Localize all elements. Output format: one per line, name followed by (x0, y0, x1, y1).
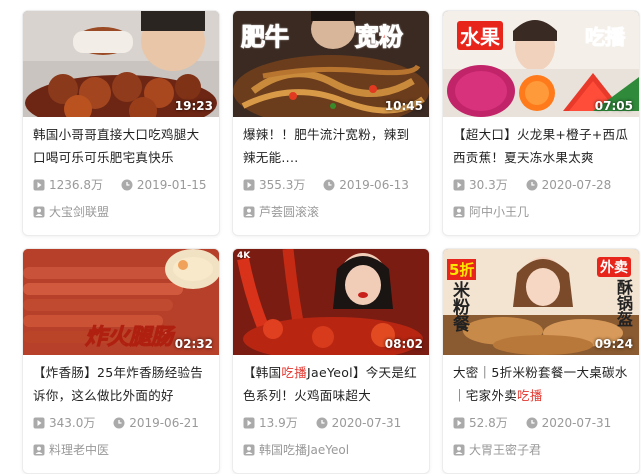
title-highlight: 吃播 (281, 365, 308, 380)
video-title[interactable]: 【超大口】火龙果+橙子+西瓜西贡蕉！夏天冻水果太爽 (453, 123, 631, 169)
play-square-icon (33, 417, 45, 429)
author-link[interactable]: 大宝剑联盟 (33, 203, 109, 220)
thumbnail-caption: 4K (237, 251, 251, 261)
video-card[interactable]: 5折 米粉餐 外卖 酥锅盔 09:24 大密｜5折米粉套餐一大桌碳水｜宅家外卖吃… (442, 248, 640, 474)
video-title[interactable]: 爆辣！！肥牛流汁宽粉，辣到辣无能.... (243, 123, 421, 169)
view-count: 343.0万 (49, 416, 96, 430)
play-square-icon (243, 417, 255, 429)
user-icon (453, 206, 465, 218)
video-title[interactable]: 【韩国吃播JaeYeol】今天是红色系列！火鸡面味超大 (243, 361, 421, 407)
author-name: 大胃王密子君 (469, 443, 542, 457)
video-thumbnail[interactable]: 水果 吃播 07:05 (443, 11, 639, 117)
video-meta: 52.8万 2020-07-31 (453, 414, 633, 431)
view-count: 30.3万 (469, 178, 508, 192)
publish-date: 2020-07-28 (541, 178, 612, 192)
video-thumbnail[interactable]: 19:23 (23, 11, 219, 117)
video-card[interactable]: 水果 吃播 07:05 【超大口】火龙果+橙子+西瓜西贡蕉！夏天冻水果太爽 30… (442, 10, 640, 236)
author-link[interactable]: 芦荟圆滚滚 (243, 203, 319, 220)
video-thumbnail[interactable]: 5折 米粉餐 外卖 酥锅盔 09:24 (443, 249, 639, 355)
duration-badge: 07:05 (594, 99, 633, 113)
author-name: 料理老中医 (49, 443, 110, 457)
play-square-icon (453, 179, 465, 191)
clock-icon (526, 179, 538, 191)
user-icon (243, 206, 255, 218)
video-meta: 30.3万 2020-07-28 (453, 176, 633, 193)
thumbnail-caption: 水果 (457, 21, 503, 50)
video-title[interactable]: 【炸香肠】25年炸香肠经验告诉你，这么做比外面的好 (33, 361, 211, 407)
duration-badge: 09:24 (594, 337, 633, 351)
video-thumbnail[interactable]: 炸火腿肠 02:32 (23, 249, 219, 355)
view-count: 52.8万 (469, 416, 508, 430)
video-title[interactable]: 韩国小哥哥直接大口吃鸡腿大口喝可乐可乐肥宅真快乐 (33, 123, 211, 169)
video-meta: 343.0万 2019-06-21 (33, 414, 213, 431)
author-link[interactable]: 料理老中医 (33, 441, 109, 458)
author-link[interactable]: 阿中小王几 (453, 203, 529, 220)
view-count: 13.9万 (259, 416, 298, 430)
video-title[interactable]: 大密｜5折米粉套餐一大桌碳水｜宅家外卖吃播 (453, 361, 631, 407)
thumbnail-caption: 肥牛 (241, 23, 290, 52)
publish-date: 2019-06-13 (339, 178, 409, 192)
user-icon (243, 444, 255, 456)
author-link[interactable]: 韩国吃播JaeYeol (243, 441, 349, 458)
duration-badge: 10:45 (384, 99, 423, 113)
video-thumbnail[interactable]: 4K 08:02 (233, 249, 429, 355)
publish-date: 2020-07-31 (541, 416, 612, 430)
thumbnail-caption: 炸火腿肠 (84, 325, 174, 351)
author-name: 大宝剑联盟 (49, 205, 110, 219)
play-square-icon (33, 179, 45, 191)
video-meta: 13.9万 2020-07-31 (243, 414, 423, 431)
video-card[interactable]: 肥牛 宽粉 10:45 爆辣！！肥牛流汁宽粉，辣到辣无能.... 355.3万 … (232, 10, 430, 236)
video-card[interactable]: 4K 08:02 【韩国吃播JaeYeol】今天是红色系列！火鸡面味超大 13.… (232, 248, 430, 474)
publish-date: 2020-07-31 (331, 416, 402, 430)
video-card[interactable]: 炸火腿肠 02:32 【炸香肠】25年炸香肠经验告诉你，这么做比外面的好 343… (22, 248, 220, 474)
thumbnail-caption: 5折 (447, 259, 477, 280)
author-name: 韩国吃播JaeYeol (259, 443, 350, 457)
thumbnail-caption: 米粉餐 (449, 281, 469, 332)
view-count: 1236.8万 (49, 178, 103, 192)
user-icon (33, 206, 45, 218)
clock-icon (526, 417, 538, 429)
title-text: 【韩国 (243, 365, 282, 380)
publish-date: 2019-06-21 (129, 416, 199, 430)
author-name: 阿中小王几 (469, 205, 530, 219)
duration-badge: 19:23 (174, 99, 213, 113)
play-square-icon (453, 417, 465, 429)
thumbnail-caption: 宽粉 (355, 23, 404, 52)
clock-icon (323, 179, 335, 191)
thumbnail-caption: 外卖 (597, 257, 631, 277)
author-name: 芦荟圆滚滚 (259, 205, 320, 219)
clock-icon (316, 417, 328, 429)
clock-icon (113, 417, 125, 429)
clock-icon (121, 179, 133, 191)
thumbnail-caption: 吃播 (585, 25, 626, 50)
publish-date: 2019-01-15 (136, 178, 207, 192)
video-meta: 355.3万 2019-06-13 (243, 176, 423, 193)
author-link[interactable]: 大胃王密子君 (453, 441, 541, 458)
duration-badge: 02:32 (174, 337, 213, 351)
video-card[interactable]: 19:23 韩国小哥哥直接大口吃鸡腿大口喝可乐可乐肥宅真快乐 1236.8万 2… (22, 10, 220, 236)
title-highlight: 吃播 (517, 388, 543, 403)
thumbnail-caption: 酥锅盔 (614, 279, 633, 327)
video-meta: 1236.8万 2019-01-15 (33, 176, 213, 193)
user-icon (453, 444, 465, 456)
duration-badge: 08:02 (384, 337, 423, 351)
play-square-icon (243, 179, 255, 191)
view-count: 355.3万 (259, 178, 306, 192)
video-thumbnail[interactable]: 肥牛 宽粉 10:45 (233, 11, 429, 117)
user-icon (33, 444, 45, 456)
